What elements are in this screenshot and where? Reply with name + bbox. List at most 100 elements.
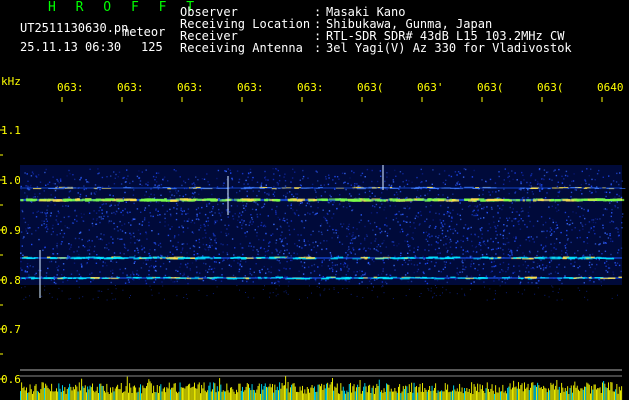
noise-speck [24, 286, 26, 288]
noise-speck [602, 224, 604, 226]
noise-speck [312, 211, 314, 214]
noise-speck [536, 236, 538, 238]
noise-speck [122, 177, 124, 179]
noise-speck [466, 239, 469, 241]
signal-level-bar [333, 390, 335, 400]
noise-speck [339, 194, 341, 196]
noise-speck [98, 185, 100, 187]
noise-speck [216, 186, 219, 188]
noise-speck [149, 248, 151, 251]
signal-level-bar [435, 383, 437, 400]
noise-speck [80, 176, 82, 179]
noise-speck [194, 191, 196, 194]
noise-speck [374, 240, 376, 242]
signal-level-bar [478, 392, 480, 400]
signal-level-bar [24, 390, 26, 400]
noise-speck [588, 231, 590, 233]
signal-level-bar [438, 391, 440, 400]
noise-speck [348, 203, 350, 205]
signal-level-bar [266, 386, 267, 400]
noise-speck [614, 206, 617, 208]
signal-level-bar [591, 386, 593, 400]
noise-speck [337, 292, 339, 294]
noise-speck [245, 179, 247, 182]
noise-speck [321, 248, 323, 251]
noise-speck [251, 218, 254, 221]
noise-speck [464, 293, 465, 295]
noise-speck [530, 185, 532, 187]
signal-level-bar [552, 383, 554, 400]
carrier-trace-segment [577, 257, 583, 260]
noise-speck [445, 235, 447, 237]
noise-speck [145, 231, 147, 233]
noise-speck [536, 183, 539, 185]
noise-speck [440, 239, 442, 241]
noise-speck [175, 190, 177, 192]
signal-level-bar [405, 385, 407, 400]
noise-speck [386, 188, 388, 191]
noise-speck [34, 196, 36, 198]
noise-speck [338, 178, 340, 180]
noise-speck [101, 203, 103, 206]
signal-level-bar [290, 387, 291, 400]
signal-level-bar [167, 388, 169, 400]
noise-speck [48, 261, 51, 263]
noise-speck [490, 206, 493, 209]
carrier-trace-segment [146, 277, 153, 280]
noise-speck [42, 249, 44, 251]
signal-level-bar [372, 385, 374, 400]
noise-speck [98, 209, 100, 212]
noise-speck [582, 225, 584, 227]
noise-speck [438, 235, 440, 237]
noise-speck [331, 270, 334, 273]
noise-speck [222, 203, 224, 205]
noise-speck [297, 234, 299, 236]
carrier-trace-segment [363, 198, 370, 201]
noise-speck [337, 255, 340, 257]
signal-level-bar [467, 391, 469, 400]
signal-level-bar [174, 383, 176, 400]
noise-speck [494, 265, 497, 267]
noise-speck [62, 281, 64, 283]
noise-speck [256, 203, 259, 205]
noise-speck [314, 188, 316, 190]
signal-level-bar [594, 384, 596, 400]
signal-level-bar [392, 391, 393, 400]
noise-speck [214, 212, 216, 214]
noise-speck [367, 261, 370, 264]
carrier-trace-segment [197, 256, 201, 259]
noise-speck [206, 295, 208, 297]
noise-speck [395, 175, 397, 177]
noise-speck [505, 271, 507, 273]
carrier-trace-segment [127, 187, 134, 189]
noise-speck [344, 262, 347, 265]
signal-level-bar [329, 384, 331, 400]
noise-speck [523, 196, 525, 198]
signal-level-bar [227, 390, 229, 400]
noise-speck [273, 195, 276, 197]
carrier-trace-segment [20, 199, 24, 202]
noise-speck [556, 227, 559, 229]
signal-level-bar [125, 386, 127, 400]
noise-speck [382, 270, 384, 272]
noise-speck [106, 299, 108, 301]
noise-speck [278, 285, 280, 287]
noise-speck [208, 245, 211, 247]
signal-level-bar [118, 389, 120, 400]
noise-speck [377, 296, 379, 298]
noise-speck [237, 219, 239, 221]
noise-speck [570, 196, 572, 198]
noise-speck [211, 214, 214, 216]
noise-speck [266, 250, 268, 252]
carrier-trace-segment [557, 277, 562, 279]
noise-speck [167, 201, 170, 204]
noise-speck [349, 177, 351, 179]
noise-speck [56, 215, 58, 217]
carrier-trace-segment [415, 187, 423, 189]
signal-level-bar [238, 383, 240, 400]
noise-speck [483, 206, 485, 209]
noise-speck [118, 202, 120, 204]
noise-speck [441, 232, 444, 235]
noise-speck [35, 175, 37, 177]
noise-speck [506, 237, 508, 240]
